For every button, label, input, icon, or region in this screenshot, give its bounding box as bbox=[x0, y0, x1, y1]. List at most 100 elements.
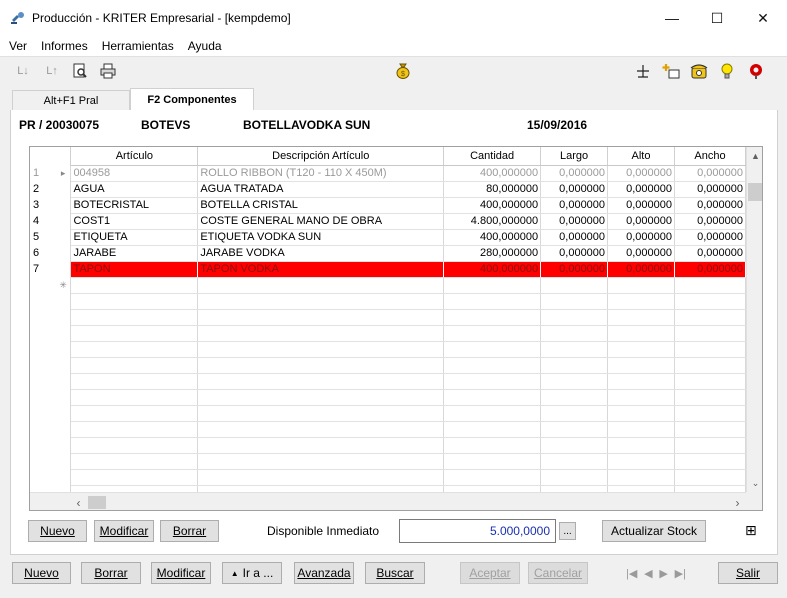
tab-componentes[interactable]: F2 Componentes bbox=[130, 88, 254, 111]
scroll-up-icon[interactable]: ▲ bbox=[747, 147, 762, 164]
cell-ancho[interactable]: 0,000000 bbox=[674, 165, 746, 182]
cell-articulo[interactable]: COST1 bbox=[70, 213, 199, 230]
col-descripcion[interactable]: Descripción Artículo bbox=[197, 147, 445, 166]
prev-record-icon[interactable]: ◀ bbox=[644, 567, 652, 580]
col-ancho[interactable]: Ancho bbox=[674, 147, 746, 166]
cell-articulo[interactable]: AGUA bbox=[70, 181, 199, 198]
cell-largo[interactable]: 0,000000 bbox=[540, 197, 609, 214]
cell-largo[interactable]: 0,000000 bbox=[540, 213, 609, 230]
go-to-button[interactable]: ▲ Ir a ... bbox=[222, 562, 282, 584]
available-lookup-button[interactable]: ... bbox=[559, 522, 576, 540]
cell-descripcion[interactable]: ROLLO RIBBON (T120 - 110 X 450M) bbox=[197, 165, 445, 182]
cell-largo[interactable]: 0,000000 bbox=[540, 261, 609, 278]
lifebuoy-icon[interactable] bbox=[746, 62, 766, 80]
advanced-button[interactable]: Avanzada bbox=[294, 562, 354, 584]
first-record-icon[interactable]: |◀ bbox=[626, 567, 637, 580]
printer-icon[interactable] bbox=[98, 62, 118, 80]
cell-descripcion[interactable]: COSTE GENERAL MANO DE OBRA bbox=[197, 213, 445, 230]
cell-ancho[interactable]: 0,000000 bbox=[674, 245, 746, 262]
cell-ancho[interactable]: 0,000000 bbox=[674, 197, 746, 214]
split-grid-icon[interactable] bbox=[633, 62, 653, 80]
table-row[interactable]: 3 BOTECRISTAL BOTELLA CRISTAL 400,000000… bbox=[30, 197, 746, 214]
col-cantidad[interactable]: Cantidad bbox=[443, 147, 542, 166]
cell-descripcion[interactable]: AGUA TRATADA bbox=[197, 181, 445, 198]
panel-new-button[interactable]: Nuevo bbox=[28, 520, 87, 542]
new-row[interactable]: ✳ bbox=[30, 277, 746, 294]
cell-articulo[interactable]: 004958 bbox=[70, 165, 199, 182]
table-row[interactable]: 4 COST1 COSTE GENERAL MANO DE OBRA 4.800… bbox=[30, 213, 746, 230]
menu-ayuda[interactable]: Ayuda bbox=[188, 39, 222, 53]
cell-cantidad[interactable]: 400,000000 bbox=[443, 229, 542, 246]
phone-icon[interactable] bbox=[689, 62, 709, 80]
cell-descripcion[interactable]: TAPON VODKA bbox=[197, 261, 445, 278]
table-row[interactable]: 1 ▸ 004958 ROLLO RIBBON (T120 - 110 X 45… bbox=[30, 165, 746, 182]
panel-modify-button[interactable]: Modificar bbox=[94, 520, 154, 542]
table-row[interactable]: 5 ETIQUETA ETIQUETA VODKA SUN 400,000000… bbox=[30, 229, 746, 246]
scroll-right-icon[interactable]: › bbox=[729, 493, 746, 510]
cancel-button[interactable]: Cancelar bbox=[528, 562, 588, 584]
cell-descripcion[interactable]: JARABE VODKA bbox=[197, 245, 445, 262]
new-button[interactable]: Nuevo bbox=[12, 562, 71, 584]
cell-alto[interactable]: 0,000000 bbox=[607, 261, 675, 278]
cell-largo[interactable]: 0,000000 bbox=[540, 165, 609, 182]
cell-largo[interactable]: 0,000000 bbox=[540, 229, 609, 246]
cell-largo[interactable]: 0,000000 bbox=[540, 181, 609, 198]
update-stock-button[interactable]: Actualizar Stock bbox=[602, 520, 706, 542]
menu-herramientas[interactable]: Herramientas bbox=[102, 39, 174, 53]
last-record-icon[interactable]: ▶| bbox=[675, 567, 686, 580]
lightbulb-icon[interactable] bbox=[717, 62, 737, 80]
cell-ancho[interactable]: 0,000000 bbox=[674, 213, 746, 230]
maximize-button[interactable]: ☐ bbox=[694, 0, 740, 36]
cell-descripcion[interactable]: BOTELLA CRISTAL bbox=[197, 197, 445, 214]
components-grid[interactable]: Artículo Descripción Artículo Cantidad L… bbox=[29, 146, 763, 511]
cell-cantidad[interactable]: 400,000000 bbox=[443, 197, 542, 214]
cell-alto[interactable]: 0,000000 bbox=[607, 229, 675, 246]
search-button[interactable]: Buscar bbox=[365, 562, 425, 584]
cell-articulo[interactable]: ETIQUETA bbox=[70, 229, 199, 246]
available-value-field[interactable]: 5.000,0000 bbox=[399, 519, 556, 543]
cell-articulo[interactable]: JARABE bbox=[70, 245, 199, 262]
horizontal-scroll-thumb[interactable] bbox=[88, 496, 106, 509]
cell-cantidad[interactable]: 4.800,000000 bbox=[443, 213, 542, 230]
cell-alto[interactable]: 0,000000 bbox=[607, 245, 675, 262]
cell-ancho[interactable]: 0,000000 bbox=[674, 261, 746, 278]
cell-alto[interactable]: 0,000000 bbox=[607, 213, 675, 230]
sort-desc-icon[interactable]: L↓ bbox=[13, 62, 33, 80]
vertical-scroll-thumb[interactable] bbox=[748, 183, 762, 201]
menu-ver[interactable]: Ver bbox=[9, 39, 27, 53]
cell-largo[interactable]: 0,000000 bbox=[540, 245, 609, 262]
cell-alto[interactable]: 0,000000 bbox=[607, 197, 675, 214]
minimize-button[interactable]: — bbox=[649, 0, 695, 36]
table-row-selected[interactable]: 7 TAPON TAPON VODKA 400,000000 0,000000 … bbox=[30, 261, 746, 278]
panel-delete-button[interactable]: Borrar bbox=[160, 520, 219, 542]
exit-button[interactable]: Salir bbox=[718, 562, 778, 584]
next-record-icon[interactable]: ▶ bbox=[659, 567, 667, 580]
split-grid-icon[interactable]: ⊞ bbox=[745, 522, 757, 539]
cell-alto[interactable]: 0,000000 bbox=[607, 181, 675, 198]
cell-descripcion[interactable]: ETIQUETA VODKA SUN bbox=[197, 229, 445, 246]
cell-cantidad[interactable]: 400,000000 bbox=[443, 261, 542, 278]
scroll-down-icon[interactable]: ⌄ bbox=[747, 475, 762, 492]
cell-alto[interactable]: 0,000000 bbox=[607, 165, 675, 182]
print-preview-icon[interactable] bbox=[70, 62, 90, 80]
col-largo[interactable]: Largo bbox=[540, 147, 609, 166]
cell-articulo[interactable]: TAPON bbox=[70, 261, 199, 278]
cell-ancho[interactable]: 0,000000 bbox=[674, 181, 746, 198]
add-window-icon[interactable] bbox=[661, 62, 681, 80]
cell-ancho[interactable]: 0,000000 bbox=[674, 229, 746, 246]
delete-button[interactable]: Borrar bbox=[81, 562, 141, 584]
accept-button[interactable]: Aceptar bbox=[460, 562, 520, 584]
sort-asc-icon[interactable]: L↑ bbox=[42, 62, 62, 80]
horizontal-scrollbar[interactable]: ‹ › bbox=[30, 492, 746, 510]
cell-cantidad[interactable]: 400,000000 bbox=[443, 165, 542, 182]
cell-cantidad[interactable]: 80,000000 bbox=[443, 181, 542, 198]
table-row[interactable]: 2 AGUA AGUA TRATADA 80,000000 0,000000 0… bbox=[30, 181, 746, 198]
vertical-scrollbar[interactable]: ▲ ⌄ bbox=[746, 147, 762, 492]
table-row[interactable]: 6 JARABE JARABE VODKA 280,000000 0,00000… bbox=[30, 245, 746, 262]
tab-pral[interactable]: Alt+F1 Pral bbox=[12, 90, 130, 110]
col-articulo[interactable]: Artículo bbox=[70, 147, 199, 166]
modify-button[interactable]: Modificar bbox=[151, 562, 211, 584]
cell-cantidad[interactable]: 280,000000 bbox=[443, 245, 542, 262]
menu-informes[interactable]: Informes bbox=[41, 39, 88, 53]
col-alto[interactable]: Alto bbox=[607, 147, 675, 166]
